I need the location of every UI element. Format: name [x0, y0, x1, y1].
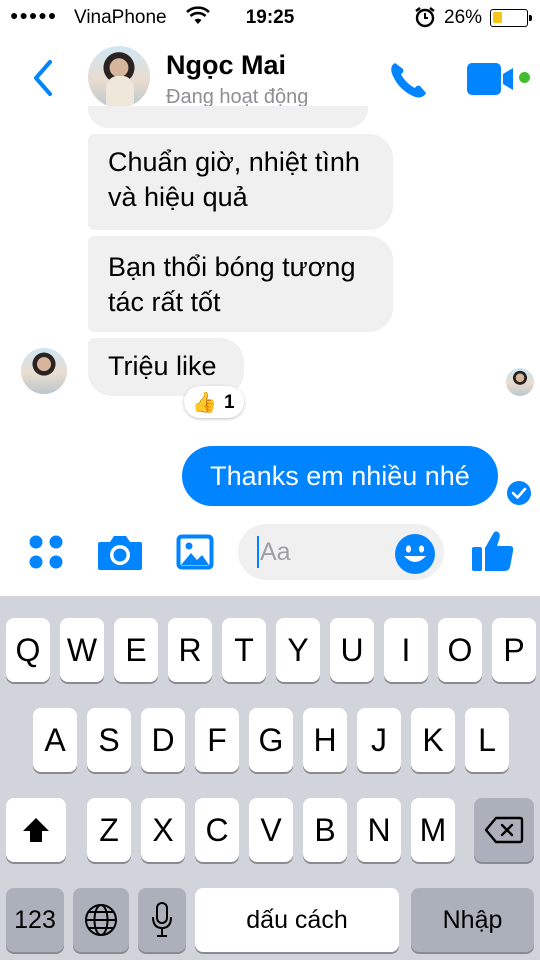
key-p[interactable]: P — [492, 618, 536, 682]
key-f[interactable]: F — [195, 708, 239, 772]
return-key[interactable]: Nhập — [411, 888, 534, 952]
seen-by-avatar — [506, 368, 534, 396]
message-text-line: Bạn thổi bóng tương — [108, 252, 356, 282]
key-s[interactable]: S — [87, 708, 131, 772]
microphone-icon — [152, 902, 172, 937]
numbers-key[interactable]: 123 — [6, 888, 64, 952]
key-w[interactable]: W — [60, 618, 104, 682]
battery-icon — [490, 9, 532, 27]
message-composer: Aa — [0, 516, 540, 596]
online-indicator — [519, 72, 530, 83]
message-text-line: Triệu like — [108, 351, 217, 381]
video-camera-icon — [467, 63, 513, 95]
key-o[interactable]: O — [438, 618, 482, 682]
shift-arrow-icon — [23, 818, 49, 842]
on-screen-keyboard: Q W E R T Y U I O P A S D F G H J K L Z … — [0, 596, 540, 960]
contact-avatar[interactable] — [88, 46, 150, 108]
language-key[interactable] — [73, 888, 129, 952]
key-x[interactable]: X — [141, 798, 185, 862]
gallery-icon[interactable] — [175, 533, 215, 576]
key-q[interactable]: Q — [6, 618, 50, 682]
key-k[interactable]: K — [411, 708, 455, 772]
key-c[interactable]: C — [195, 798, 239, 862]
key-a[interactable]: A — [33, 708, 77, 772]
key-e[interactable]: E — [114, 618, 158, 682]
key-r[interactable]: R — [168, 618, 212, 682]
thumbs-up-icon[interactable] — [470, 528, 516, 579]
contact-name[interactable]: Ngọc Mai — [166, 50, 286, 81]
key-j[interactable]: J — [357, 708, 401, 772]
message-text-line: Thanks em nhiều nhé — [210, 461, 470, 491]
key-h[interactable]: H — [303, 708, 347, 772]
key-i[interactable]: I — [384, 618, 428, 682]
message-text-line: tác rất tốt — [108, 287, 221, 317]
key-l[interactable]: L — [465, 708, 509, 772]
message-text-line: và hiệu quả — [108, 182, 248, 212]
key-z[interactable]: Z — [87, 798, 131, 862]
message-bubble-incoming[interactable]: Chuẩn giờ, nhiệt tình và hiệu quả — [88, 134, 393, 230]
key-v[interactable]: V — [249, 798, 293, 862]
camera-icon[interactable] — [96, 532, 144, 577]
globe-icon — [85, 904, 117, 936]
reaction-count: 1 — [224, 392, 235, 413]
delivered-check-icon — [506, 480, 532, 511]
text-cursor — [257, 536, 259, 568]
key-n[interactable]: N — [357, 798, 401, 862]
key-b[interactable]: B — [303, 798, 347, 862]
sender-avatar[interactable] — [21, 348, 67, 394]
space-key[interactable]: dấu cách — [195, 888, 399, 952]
battery-level — [493, 12, 502, 23]
messenger-screen: { "status_bar": { "signal": "●●●●●", "ca… — [0, 0, 540, 960]
thumbs-up-reaction-icon: 👍 — [192, 392, 217, 414]
phone-icon — [391, 63, 426, 98]
alarm-icon — [414, 6, 436, 34]
dictation-key[interactable] — [138, 888, 186, 952]
message-input-placeholder: Aa — [260, 538, 291, 566]
battery-percent: 26% — [444, 7, 483, 28]
emoji-icon[interactable] — [394, 533, 436, 580]
message-bubble-incoming[interactable] — [88, 106, 368, 128]
more-apps-icon[interactable] — [28, 534, 64, 575]
message-bubble-incoming[interactable]: Bạn thổi bóng tương tác rất tốt — [88, 236, 393, 332]
key-t[interactable]: T — [222, 618, 266, 682]
backspace-key[interactable] — [474, 798, 534, 862]
back-chevron-icon — [34, 60, 52, 96]
key-u[interactable]: U — [330, 618, 374, 682]
reaction-badge[interactable]: 👍 1 — [184, 386, 244, 418]
voice-call-button[interactable] — [386, 58, 430, 107]
key-m[interactable]: M — [411, 798, 455, 862]
backspace-icon — [484, 816, 524, 844]
back-button[interactable] — [28, 58, 58, 98]
message-text-line: Chuẩn giờ, nhiệt tình — [108, 147, 360, 177]
key-g[interactable]: G — [249, 708, 293, 772]
key-d[interactable]: D — [141, 708, 185, 772]
shift-key[interactable] — [6, 798, 66, 862]
status-bar: ●●●●● VinaPhone 19:25 26% — [0, 0, 540, 36]
video-call-button[interactable] — [466, 62, 518, 101]
message-bubble-outgoing[interactable]: Thanks em nhiều nhé — [182, 446, 498, 506]
key-y[interactable]: Y — [276, 618, 320, 682]
